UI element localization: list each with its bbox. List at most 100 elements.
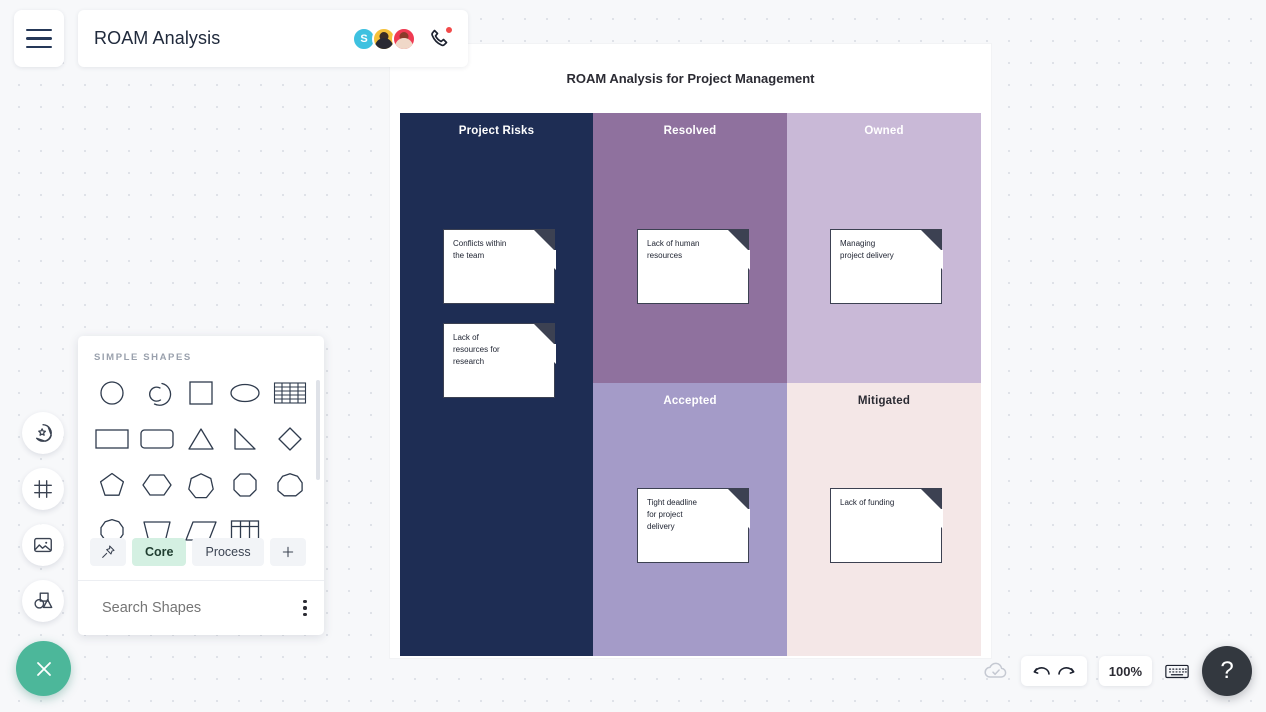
page-fold-icon: [727, 228, 750, 271]
page-fold-icon: [920, 487, 943, 530]
phone-call-button[interactable]: [428, 25, 453, 51]
close-panel-button[interactable]: [16, 641, 71, 696]
circle-shape-icon: [100, 381, 124, 405]
zoom-level-label: 100%: [1108, 663, 1142, 679]
pin-icon: [102, 545, 115, 558]
shape-search-row: [78, 580, 324, 635]
rectangle-shape-icon: [95, 429, 129, 449]
shape-right-triangle[interactable]: [223, 419, 267, 459]
risk-note-text: Lack of human resources: [647, 239, 700, 260]
kebab-dot: [303, 599, 307, 604]
shapes-panel-heading: SIMPLE SHAPES: [94, 352, 192, 363]
diamond-shape-icon: [278, 427, 302, 451]
risk-note-text: Managing project delivery: [840, 239, 894, 260]
undo-redo-group: [1020, 656, 1087, 686]
hamburger-icon-bar: [26, 45, 52, 49]
risk-note-text: Lack of resources for research: [453, 333, 500, 366]
risk-note-text: Conflicts within the team: [453, 239, 507, 260]
shape-square[interactable]: [179, 373, 223, 413]
shape-striped-table[interactable]: [268, 373, 312, 413]
rail-item-frames[interactable]: [22, 468, 64, 510]
diagram-page: ROAM Analysis for Project Management Pro…: [390, 44, 991, 658]
rail-item-shapes[interactable]: [22, 580, 64, 622]
document-title-bar: ROAM Analysis S: [78, 10, 468, 67]
shapes-icon: [34, 592, 53, 609]
search-input[interactable]: [102, 600, 289, 616]
sticker-icon: [35, 424, 52, 442]
square-shape-icon: [189, 381, 213, 405]
risk-note[interactable]: Lack of funding: [830, 487, 943, 563]
striped-table-shape-icon: [273, 382, 306, 404]
avatar-body: [395, 37, 413, 49]
octagon-shape-icon: [233, 473, 258, 497]
undo-icon[interactable]: [1031, 661, 1051, 681]
rail-item-stickers[interactable]: [22, 412, 64, 454]
roam-matrix: Project Risks Resolved Owned Accepted Mi…: [400, 113, 981, 656]
page-fold-icon: [533, 322, 556, 365]
tool-rail: [22, 412, 64, 636]
shape-rectangle[interactable]: [90, 419, 134, 459]
risk-note[interactable]: Tight deadline for project delivery: [637, 487, 750, 563]
risk-note[interactable]: Conflicts within the team: [443, 228, 556, 304]
zoom-level-button[interactable]: 100%: [1098, 656, 1152, 686]
tab-core[interactable]: Core: [132, 538, 187, 566]
hexagon-shape-icon: [141, 474, 172, 496]
risk-note-text: Tight deadline for project delivery: [647, 498, 697, 531]
shape-diamond[interactable]: [268, 419, 312, 459]
avatar-body: [375, 37, 393, 49]
diagram-title: ROAM Analysis for Project Management: [566, 71, 815, 86]
shape-circle[interactable]: [90, 373, 134, 413]
shapes-grid: [78, 373, 324, 551]
save-status-button[interactable]: [983, 660, 1009, 682]
page-fold-icon: [533, 228, 556, 271]
collaborator-avatars: S: [352, 26, 416, 51]
help-label: ?: [1220, 657, 1234, 684]
ellipse-shape-icon: [230, 383, 261, 403]
shape-panel-more-button[interactable]: [299, 596, 311, 621]
menu-button[interactable]: [14, 10, 64, 67]
rail-item-images[interactable]: [22, 524, 64, 566]
shape-triangle[interactable]: [179, 419, 223, 459]
nonagon-shape-icon: [277, 473, 303, 497]
risk-note[interactable]: Managing project delivery: [830, 228, 943, 304]
kebab-dot: [303, 612, 307, 617]
shapes-panel-scrollbar[interactable]: [316, 380, 320, 480]
arc-shape-icon: [148, 382, 171, 406]
page-fold-icon: [920, 228, 943, 271]
page-title[interactable]: ROAM Analysis: [94, 28, 352, 49]
help-button[interactable]: ?: [1202, 646, 1252, 696]
shapes-panel: SIMPLE SHAPES Core Process Search Shapes: [78, 336, 324, 635]
risk-note[interactable]: Lack of resources for research: [443, 322, 556, 398]
shape-arc[interactable]: [134, 373, 178, 413]
add-library-button[interactable]: [269, 538, 306, 566]
shape-ellipse[interactable]: [223, 373, 267, 413]
tab-process[interactable]: Process: [192, 538, 264, 566]
shape-nonagon[interactable]: [268, 465, 312, 505]
shape-hexagon[interactable]: [134, 465, 178, 505]
shape-pentagon[interactable]: [90, 465, 134, 505]
call-notification-badge: [445, 25, 453, 34]
pin-tab[interactable]: [90, 538, 126, 566]
right-triangle-shape-icon: [234, 428, 257, 450]
kebab-dot: [303, 606, 307, 610]
shape-heptagon[interactable]: [179, 465, 223, 505]
heptagon-shape-icon: [188, 473, 214, 499]
risk-note[interactable]: Lack of human resources: [637, 228, 750, 304]
redo-icon[interactable]: [1057, 661, 1077, 681]
image-icon: [34, 537, 52, 553]
pentagon-shape-icon: [100, 472, 125, 496]
avatar-initial: S: [360, 32, 368, 45]
keyboard-shortcuts-button[interactable]: [1164, 661, 1190, 681]
keyboard-icon: [1165, 664, 1189, 679]
cloud-saved-icon: [984, 662, 1007, 678]
risk-note-text: Lack of funding: [840, 498, 895, 507]
shape-rounded-rectangle[interactable]: [134, 419, 178, 459]
hamburger-icon-bar: [26, 37, 52, 40]
shape-octagon[interactable]: [223, 465, 267, 505]
frame-icon: [34, 480, 52, 498]
page-fold-icon: [727, 487, 750, 530]
bottom-toolbar: 100% ?: [983, 646, 1252, 696]
avatar[interactable]: [392, 26, 416, 51]
triangle-shape-icon: [188, 428, 214, 450]
plus-icon: [282, 546, 293, 558]
